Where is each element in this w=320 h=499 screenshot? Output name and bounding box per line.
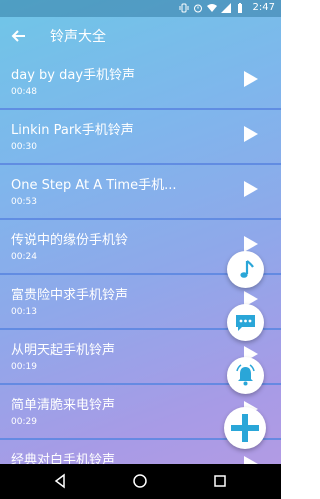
- ringtone-name: 从明天起手机铃声: [11, 343, 116, 358]
- arrow-back-icon[interactable]: [9, 25, 31, 47]
- ringtone-duration: 00:19: [11, 362, 37, 372]
- add-icon: [231, 414, 259, 442]
- list-item[interactable]: day by day手机铃声 00:48: [0, 55, 281, 110]
- notification-fab-button[interactable]: [227, 357, 264, 394]
- wifi-icon: [207, 4, 217, 12]
- ringtone-name: 简单清脆来电铃声: [11, 398, 116, 413]
- app-bar: 铃声大全: [0, 17, 281, 55]
- play-icon[interactable]: [243, 125, 259, 143]
- ringtone-duration: 00:53: [11, 197, 37, 207]
- ringtone-duration: 00:13: [11, 307, 37, 317]
- message-fab-button[interactable]: [227, 304, 264, 341]
- status-icons: [179, 3, 245, 13]
- nav-home-icon[interactable]: [132, 473, 148, 489]
- ringtone-name: Linkin Park手机铃声: [11, 123, 134, 138]
- ringtone-name: day by day手机铃声: [11, 68, 136, 83]
- music-fab-button[interactable]: [227, 251, 264, 288]
- notification-bell-icon: [236, 364, 255, 386]
- ringtone-duration: 00:24: [11, 252, 37, 262]
- page-title: 铃声大全: [50, 29, 106, 45]
- signal-icon: [221, 3, 231, 13]
- play-icon[interactable]: [243, 70, 259, 88]
- status-bar: 2:47: [0, 0, 281, 17]
- ringtone-name: 富贵险中求手机铃声: [11, 288, 129, 303]
- ringtone-duration: 00:48: [11, 87, 37, 97]
- battery-icon: [238, 3, 242, 13]
- add-fab-button[interactable]: [224, 407, 266, 449]
- ringtone-duration: 00:29: [11, 417, 37, 427]
- ringtone-name: One Step At A Time手机...: [11, 178, 177, 193]
- list-item[interactable]: Linkin Park手机铃声 00:30: [0, 110, 281, 165]
- navigation-bar: [0, 464, 281, 499]
- ringtone-name: 传说中的缘份手机铃: [11, 233, 129, 248]
- list-item[interactable]: One Step At A Time手机... 00:53: [0, 165, 281, 220]
- message-icon: [236, 315, 255, 331]
- vibrate-icon: [179, 3, 189, 13]
- nav-back-icon[interactable]: [52, 473, 68, 489]
- nav-recents-icon[interactable]: [212, 473, 228, 489]
- alarm-icon: [194, 4, 202, 13]
- status-time: 2:47: [252, 2, 275, 13]
- music-note-icon: [240, 260, 254, 278]
- ringtone-duration: 00:30: [11, 142, 37, 152]
- play-icon[interactable]: [243, 180, 259, 198]
